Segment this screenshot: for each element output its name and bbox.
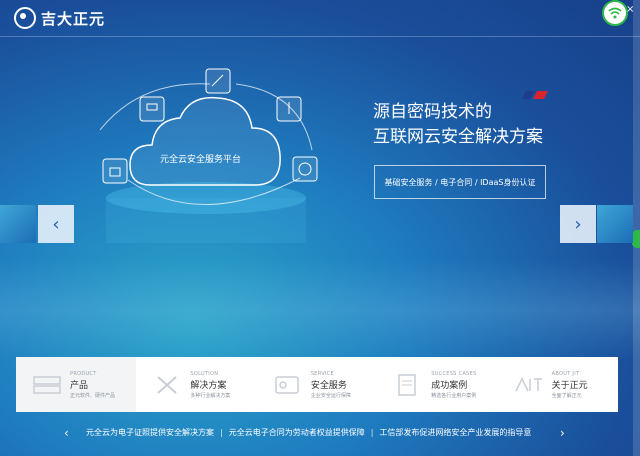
hero-headline: 源自密码技术的 互联网云安全解决方案 [373,100,543,150]
news-prev-button[interactable]: ‹ [64,420,74,446]
card-cases[interactable]: SUCCESS CASES 成功案例 精选各行业用户案例 [377,357,497,412]
prev-slide-button[interactable]: ‹ [38,205,74,243]
card-solution[interactable]: SOLUTION 解决方案 多种行业解决方案 [136,357,256,412]
hero-tagline-button[interactable]: 基础安全服务 / 电子合同 / IDaaS身份认证 [374,165,546,199]
news-item[interactable]: 元全云为电子证照提供安全解决方案 [86,428,214,437]
news-item[interactable]: 工信部发布促进网络安全产业发展的指导意 [379,428,531,437]
card-about[interactable]: ABOUT JIT 关于正元 全面了解正元 [498,357,618,412]
card-en: ABOUT JIT [551,370,580,377]
flag-decoration-icon [522,91,548,99]
card-subtitle: 精选各行业用户案例 [431,392,477,399]
chevron-right-icon: › [574,213,582,235]
card-en: SUCCESS CASES [431,370,477,377]
card-title: 成功案例 [431,380,468,391]
chevron-left-icon: ‹ [52,213,60,235]
card-title: 关于正元 [551,380,588,391]
card-product[interactable]: PRODUCT 产品 正元软件、硬件产品 [16,357,137,412]
card-subtitle: 企业安全运行保障 [310,392,351,399]
card-en: SERVICE [310,370,334,377]
card-subtitle: 多种行业解决方案 [190,392,231,399]
card-subtitle: 全面了解正元 [551,392,582,399]
card-title: 产品 [70,380,89,391]
card-title: 解决方案 [190,380,227,391]
side-float-tab[interactable] [632,230,640,248]
card-en: PRODUCT [70,370,97,377]
prev-slide-thumbnail[interactable] [0,205,36,243]
logo-text: 吉大正元 [41,9,106,28]
next-slide-thumbnail[interactable] [597,205,633,243]
tools-icon [157,375,178,394]
card-en: SOLUTION [190,370,219,377]
card-subtitle: 正元软件、硬件产品 [70,392,116,399]
top-navigation-bar: 吉大正元 [0,0,640,37]
headline-line-2: 互联网云安全解决方案 [373,127,543,147]
news-items: 元全云为电子证照提供安全解决方案 | 元全云电子合同为劳动者权益提供保障 | 工信部发布… [86,428,532,437]
wifi-icon[interactable] [602,0,628,26]
document-icon [398,373,416,396]
security-service-icon [275,375,299,394]
jit-logo-icon [514,376,542,391]
next-slide-button[interactable]: › [560,205,596,243]
logo-mark-icon [14,7,36,29]
card-title: 安全服务 [310,380,347,391]
scrollbar[interactable] [633,0,640,456]
server-icon [33,375,61,394]
news-next-button[interactable]: › [560,420,570,446]
news-item[interactable]: 元全云电子合同为劳动者权益提供保障 [229,428,365,437]
category-cards: PRODUCT 产品 正元软件、硬件产品 SOLUTION 解决方案 多种行业解… [16,357,618,412]
cloud-label: 元全云安全服务平台 [160,155,242,165]
card-service[interactable]: SERVICE 安全服务 企业安全运行保障 [257,357,377,412]
headline-line-1: 源自密码技术的 [373,102,492,122]
news-ticker: ‹ 元全云为电子证照提供安全解决方案 | 元全云电子合同为劳动者权益提供保障 | 工信部… [0,420,630,446]
company-logo[interactable]: 吉大正元 [14,7,106,29]
cloud-illustration [99,68,318,243]
